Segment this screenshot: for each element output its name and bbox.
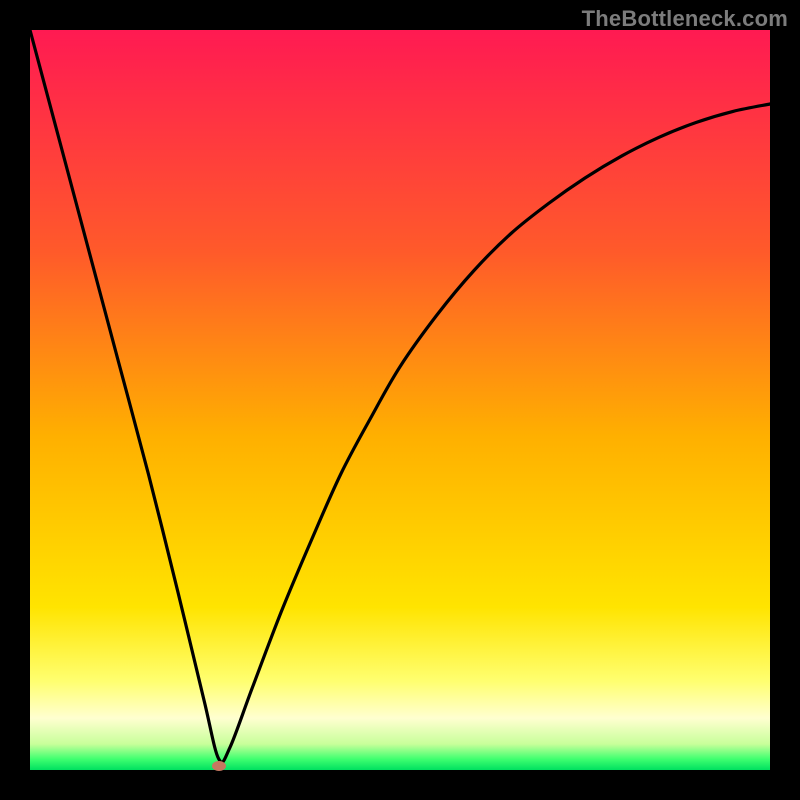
min-marker [212,761,226,771]
profile-curve [30,30,770,762]
curve-layer [30,30,770,770]
plot-area [30,30,770,770]
chart-frame: TheBottleneck.com [0,0,800,800]
watermark-text: TheBottleneck.com [582,6,788,32]
